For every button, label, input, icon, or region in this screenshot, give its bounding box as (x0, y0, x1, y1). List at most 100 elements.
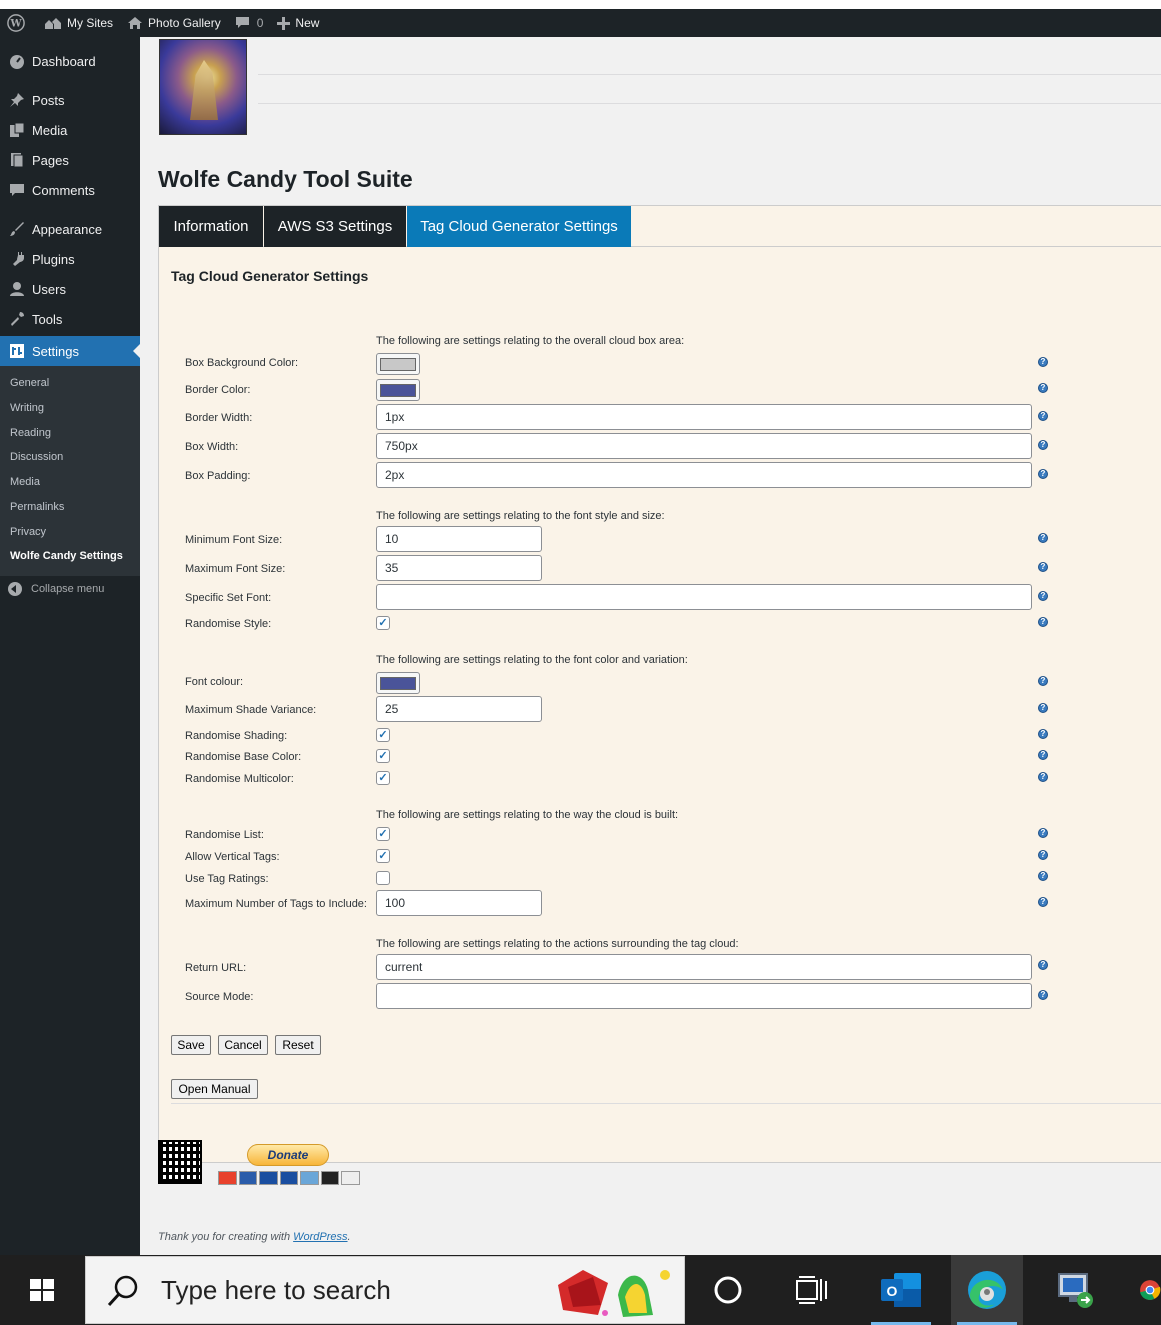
submenu-item-privacy[interactable]: Privacy (10, 526, 46, 538)
wordpress-link[interactable]: WordPress (293, 1231, 347, 1243)
specific-set-font-input[interactable] (376, 584, 1032, 610)
max-shade-variance-input[interactable]: 25 (376, 696, 542, 722)
sidebar-item-comments[interactable]: Comments (0, 175, 140, 205)
sidebar-item-pages[interactable]: Pages (0, 145, 140, 175)
max-font-size-input[interactable]: 35 (376, 555, 542, 581)
sidebar-item-label: Users (32, 281, 66, 297)
box-bg-color-swatch (380, 357, 416, 371)
return-url-input[interactable]: current (376, 954, 1032, 980)
sidebar-item-appearance[interactable]: Appearance (0, 214, 140, 244)
border-width-input[interactable]: 1px (376, 404, 1032, 430)
submenu-item-wolfe-candy-settings[interactable]: Wolfe Candy Settings (10, 550, 123, 562)
help-icon[interactable]: ? (1038, 871, 1048, 881)
taskbar-search-box[interactable]: Type here to search (85, 1256, 685, 1324)
border-width-label: Border Width: (185, 412, 253, 424)
submenu-item-media[interactable]: Media (10, 476, 40, 488)
section-font-description: The following are settings relating to t… (376, 510, 665, 522)
tab-aws-s3-settings[interactable]: AWS S3 Settings (264, 206, 406, 247)
randomise-style-checkbox[interactable]: ✓ (376, 616, 390, 630)
box-width-input[interactable]: 750px (376, 433, 1032, 459)
help-icon[interactable]: ? (1038, 703, 1048, 713)
randomise-base-color-checkbox[interactable]: ✓ (376, 749, 390, 763)
return-url-label: Return URL: (185, 962, 247, 974)
help-icon[interactable]: ? (1038, 469, 1048, 479)
tab-tag-cloud-generator-settings[interactable]: Tag Cloud Generator Settings (407, 206, 631, 247)
help-icon[interactable]: ? (1038, 850, 1048, 860)
sidebar-item-label: Pages (32, 152, 69, 168)
randomise-multicolor-checkbox[interactable]: ✓ (376, 771, 390, 785)
collapse-menu-label: Collapse menu (31, 583, 105, 595)
chrome-button[interactable] (1127, 1255, 1161, 1325)
help-icon[interactable]: ? (1038, 411, 1048, 421)
reset-button[interactable]: Reset (275, 1035, 321, 1055)
sidebar-item-tools[interactable]: Tools (0, 304, 140, 334)
max-shade-variance-label: Maximum Shade Variance: (185, 704, 317, 716)
header-divider (258, 74, 1161, 75)
outlook-button[interactable]: O (865, 1255, 937, 1325)
new-content-menu[interactable]: New (270, 9, 326, 37)
help-icon[interactable]: ? (1038, 750, 1048, 760)
save-button[interactable]: Save (171, 1035, 211, 1055)
font-colour-picker[interactable] (376, 672, 420, 694)
help-icon[interactable]: ? (1038, 960, 1048, 970)
submenu-item-permalinks[interactable]: Permalinks (10, 501, 64, 513)
sidebar-item-label: Tools (32, 311, 63, 327)
sidebar-item-plugins[interactable]: Plugins (0, 244, 140, 274)
collapse-menu-button[interactable]: Collapse menu (8, 582, 104, 596)
help-icon[interactable]: ? (1038, 990, 1048, 1000)
settings-icon (8, 342, 26, 360)
task-view-button[interactable] (776, 1255, 848, 1325)
source-mode-input[interactable] (376, 983, 1032, 1009)
task-view-icon (796, 1276, 827, 1304)
help-icon[interactable]: ? (1038, 440, 1048, 450)
box-padding-input[interactable]: 2px (376, 462, 1032, 488)
plugin-icon (8, 250, 26, 268)
cortana-button[interactable] (692, 1255, 764, 1325)
dashboard-icon (8, 52, 26, 70)
help-icon[interactable]: ? (1038, 562, 1048, 572)
home-icon (128, 17, 143, 29)
randomise-shading-checkbox[interactable]: ✓ (376, 728, 390, 742)
help-icon[interactable]: ? (1038, 828, 1048, 838)
tab-information[interactable]: Information (159, 206, 263, 247)
use-tag-ratings-checkbox[interactable] (376, 871, 390, 885)
remote-desktop-icon (1058, 1273, 1093, 1308)
submenu-item-writing[interactable]: Writing (10, 402, 44, 414)
site-name-menu[interactable]: Photo Gallery (120, 9, 228, 37)
randomise-list-checkbox[interactable]: ✓ (376, 827, 390, 841)
help-icon[interactable]: ? (1038, 676, 1048, 686)
help-icon[interactable]: ? (1038, 591, 1048, 601)
allow-vertical-tags-checkbox[interactable]: ✓ (376, 849, 390, 863)
sidebar-item-users[interactable]: Users (0, 274, 140, 304)
my-sites-menu[interactable]: My Sites (37, 9, 120, 37)
wordpress-logo-button[interactable]: W (0, 9, 37, 37)
border-color-picker[interactable] (376, 379, 420, 401)
open-manual-button[interactable]: Open Manual (171, 1079, 258, 1099)
sidebar-item-settings[interactable]: Settings (0, 336, 140, 366)
box-bg-color-picker[interactable] (376, 353, 420, 375)
help-icon[interactable]: ? (1038, 729, 1048, 739)
help-icon[interactable]: ? (1038, 897, 1048, 907)
cancel-button[interactable]: Cancel (218, 1035, 268, 1055)
help-icon[interactable]: ? (1038, 617, 1048, 627)
sidebar-item-posts[interactable]: Posts (0, 85, 140, 115)
edge-button[interactable] (951, 1255, 1023, 1325)
windows-start-button[interactable] (30, 1279, 54, 1301)
sidebar-item-media[interactable]: Media (0, 115, 140, 145)
submenu-item-general[interactable]: General (10, 377, 49, 389)
help-icon[interactable]: ? (1038, 533, 1048, 543)
min-font-size-input[interactable]: 10 (376, 526, 542, 552)
submenu-item-discussion[interactable]: Discussion (10, 451, 63, 463)
remote-desktop-button[interactable] (1039, 1255, 1111, 1325)
comments-menu[interactable]: 0 (228, 9, 271, 37)
sidebar-item-dashboard[interactable]: Dashboard (0, 46, 140, 76)
comment-icon (235, 17, 249, 28)
help-icon[interactable]: ? (1038, 357, 1048, 367)
submenu-item-reading[interactable]: Reading (10, 427, 51, 439)
help-icon[interactable]: ? (1038, 383, 1048, 393)
max-tags-input[interactable]: 100 (376, 890, 542, 916)
panel-title: Tag Cloud Generator Settings (171, 268, 369, 284)
donate-button[interactable]: Donate (247, 1144, 329, 1166)
admin-sidebar: Dashboard Posts Media Pages Comments App… (0, 37, 140, 1255)
help-icon[interactable]: ? (1038, 772, 1048, 782)
